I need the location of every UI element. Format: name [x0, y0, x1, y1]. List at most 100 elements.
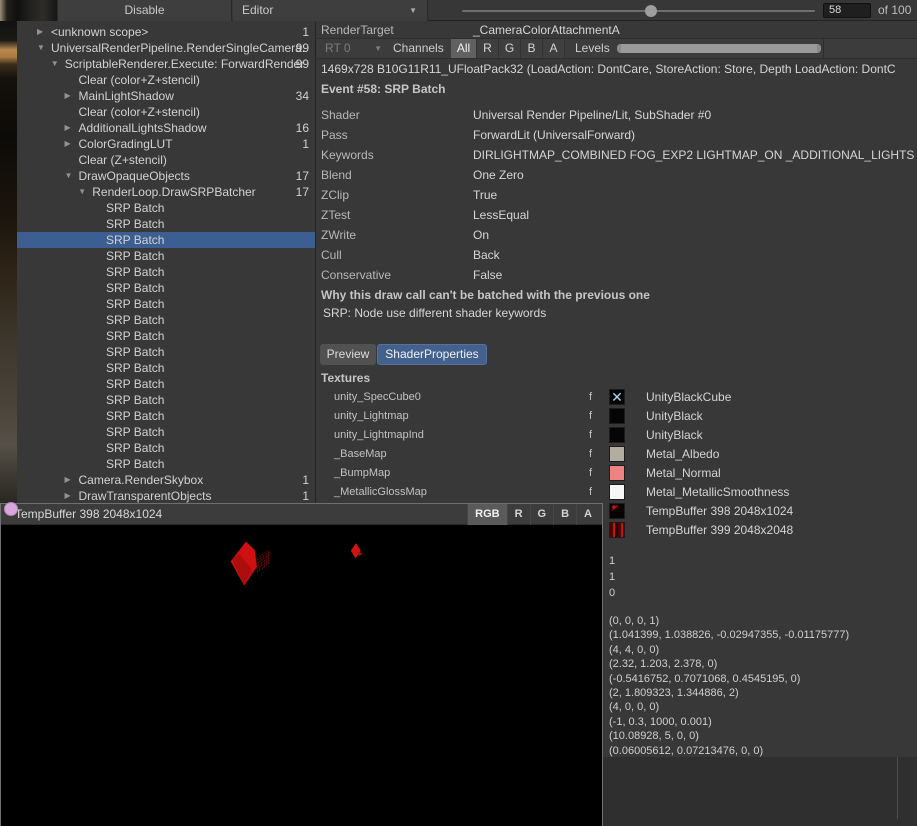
tree-row[interactable]: ▼ UniversalRenderPipeline.RenderSingleCa… — [17, 40, 316, 56]
tree-row[interactable]: SRP Batch — [17, 424, 316, 440]
tree-row[interactable]: ▶ <unknown scope> 1 — [17, 24, 316, 40]
channel-button-b[interactable]: B — [521, 39, 543, 58]
tree-row[interactable]: ▶ DrawTransparentObjects 1 — [17, 488, 316, 503]
texture-row[interactable]: unity_Lightmap f UnityBlack — [317, 407, 917, 426]
tree-row-count: 1 — [302, 488, 309, 503]
frame-total-label: of 100 — [878, 0, 911, 21]
tab-shader-properties[interactable]: ShaderProperties — [377, 344, 487, 365]
chevron-down-icon: ▼ — [374, 39, 382, 58]
tree-row[interactable]: SRP Batch — [17, 392, 316, 408]
foldout-arrow-icon[interactable]: ▶ — [65, 136, 71, 152]
tree-row-count: 99 — [296, 40, 309, 56]
event-title: Event #58: SRP Batch — [321, 80, 446, 98]
tree-row[interactable]: SRP Batch — [17, 312, 316, 328]
frame-slider-track[interactable] — [462, 10, 815, 12]
texture-thumbnail[interactable] — [609, 465, 625, 481]
channel-button-r[interactable]: R — [477, 39, 499, 58]
tree-row[interactable]: SRP Batch — [17, 280, 316, 296]
rt-index-dropdown[interactable]: RT 0 ▼ — [320, 39, 388, 58]
texture-thumbnail[interactable] — [609, 446, 625, 462]
vector-value: (10.08928, 5, 0, 0) — [609, 729, 909, 743]
texture-thumbnail[interactable] — [609, 427, 625, 443]
tree-row[interactable]: SRP Batch — [17, 216, 316, 232]
tab-preview[interactable]: Preview — [320, 344, 376, 365]
texture-row[interactable]: _BaseMap f Metal_Albedo — [317, 445, 917, 464]
shadowmap-preview-canvas[interactable] — [1, 526, 602, 826]
foldout-arrow-icon[interactable]: ▶ — [37, 24, 43, 40]
tree-row[interactable]: SRP Batch — [17, 264, 316, 280]
frame-number-input[interactable]: 58 — [823, 3, 871, 18]
tree-row[interactable]: SRP Batch — [17, 200, 316, 216]
tree-row[interactable]: ▶ Camera.RenderSkybox 1 — [17, 472, 316, 488]
tree-row[interactable]: ▶ ColorGradingLUT 1 — [17, 136, 316, 152]
foldout-arrow-icon[interactable]: ▶ — [65, 472, 71, 488]
tree-row[interactable]: ▶ MainLightShadow 34 — [17, 88, 316, 104]
foldout-arrow-icon[interactable]: ▶ — [65, 88, 71, 104]
texture-row[interactable]: unity_LightmapInd f UnityBlack — [317, 426, 917, 445]
foldout-arrow-icon[interactable]: ▼ — [51, 56, 59, 72]
texture-thumbnail[interactable] — [609, 522, 625, 538]
tree-row-label: AdditionalLightsShadow — [79, 120, 207, 136]
disable-button[interactable]: Disable — [57, 0, 232, 21]
tree-row[interactable]: SRP Batch — [17, 376, 316, 392]
tree-row[interactable]: ▼ DrawOpaqueObjects 17 — [17, 168, 316, 184]
tree-row-label: MainLightShadow — [79, 88, 174, 104]
foldout-arrow-icon[interactable]: ▶ — [65, 120, 71, 136]
preview-channel-button-r[interactable]: R — [507, 504, 530, 525]
texture-row[interactable]: _MetallicGlossMap f Metal_MetallicSmooth… — [317, 483, 917, 502]
texture-thumbnail[interactable] — [609, 408, 625, 424]
scrollbar[interactable] — [897, 757, 898, 819]
state-label: Blend — [321, 165, 352, 185]
tree-row-count: 16 — [296, 120, 309, 136]
texture-asset-label: Metal_MetallicSmoothness — [646, 483, 789, 502]
batch-break-reason: SRP: Node use different shader keywords — [323, 306, 546, 320]
channel-button-g[interactable]: G — [499, 39, 521, 58]
tree-row[interactable]: Clear (Z+stencil) — [17, 152, 316, 168]
channel-button-a[interactable]: A — [543, 39, 565, 58]
tree-row[interactable]: Clear (color+Z+stencil) — [17, 104, 316, 120]
chevron-down-icon: ▼ — [409, 0, 417, 21]
scalar-value: 1 — [609, 569, 909, 585]
target-selector-dropdown[interactable]: Editor ▼ — [233, 0, 428, 21]
tree-row-label: SRP Batch — [106, 344, 164, 360]
state-value: DIRLIGHTMAP_COMBINED FOG_EXP2 LIGHTMAP_O… — [473, 145, 917, 165]
foldout-arrow-icon[interactable]: ▼ — [78, 184, 86, 200]
editor-dropdown-label: Editor — [242, 3, 273, 17]
texture-flag: f — [589, 388, 592, 407]
tree-row[interactable]: SRP Batch — [17, 440, 316, 456]
tree-row[interactable]: SRP Batch — [17, 456, 316, 472]
shader-state-row: Blend One Zero — [317, 165, 917, 185]
frame-slider-thumb[interactable] — [645, 5, 657, 17]
texture-asset-label: Metal_Normal — [646, 464, 721, 483]
texture-thumbnail[interactable] — [609, 503, 625, 519]
tree-row[interactable]: SRP Batch — [17, 328, 316, 344]
preview-channel-button-a[interactable]: A — [576, 504, 599, 525]
levels-range-slider[interactable] — [617, 44, 821, 53]
tree-row-label: SRP Batch — [106, 408, 164, 424]
tree-row[interactable]: ▶ AdditionalLightsShadow 16 — [17, 120, 316, 136]
vector-value: (0.06005612, 0.07213476, 0, 0) — [609, 744, 909, 758]
tree-row[interactable]: SRP Batch — [17, 232, 316, 248]
tree-row[interactable]: SRP Batch — [17, 344, 316, 360]
preview-channel-button-g[interactable]: G — [530, 504, 554, 525]
channel-button-all[interactable]: All — [451, 39, 477, 58]
foldout-arrow-icon[interactable]: ▼ — [37, 40, 45, 56]
tree-row[interactable]: Clear (color+Z+stencil) — [17, 72, 316, 88]
texture-property-name: _MetallicGlossMap — [334, 483, 427, 502]
tree-row[interactable]: ▼ ScriptableRenderer.Execute: ForwardRen… — [17, 56, 316, 72]
tree-row[interactable]: SRP Batch — [17, 248, 316, 264]
foldout-arrow-icon[interactable]: ▼ — [65, 168, 73, 184]
texture-row[interactable]: unity_SpecCube0 f UnityBlackCube — [317, 388, 917, 407]
render-target-label: RenderTarget — [321, 22, 394, 38]
preview-channel-button-b[interactable]: B — [553, 504, 576, 525]
tree-row[interactable]: SRP Batch — [17, 408, 316, 424]
tree-row[interactable]: SRP Batch — [17, 360, 316, 376]
tree-row[interactable]: SRP Batch — [17, 296, 316, 312]
tree-row[interactable]: ▼ RenderLoop.DrawSRPBatcher 17 — [17, 184, 316, 200]
texture-thumbnail[interactable] — [609, 484, 625, 500]
preview-channel-button-rgb[interactable]: RGB — [467, 504, 506, 525]
foldout-arrow-icon[interactable]: ▶ — [65, 488, 71, 503]
texture-thumbnail[interactable] — [609, 389, 625, 405]
batch-break-title: Why this draw call can't be batched with… — [321, 288, 650, 302]
texture-row[interactable]: _BumpMap f Metal_Normal — [317, 464, 917, 483]
